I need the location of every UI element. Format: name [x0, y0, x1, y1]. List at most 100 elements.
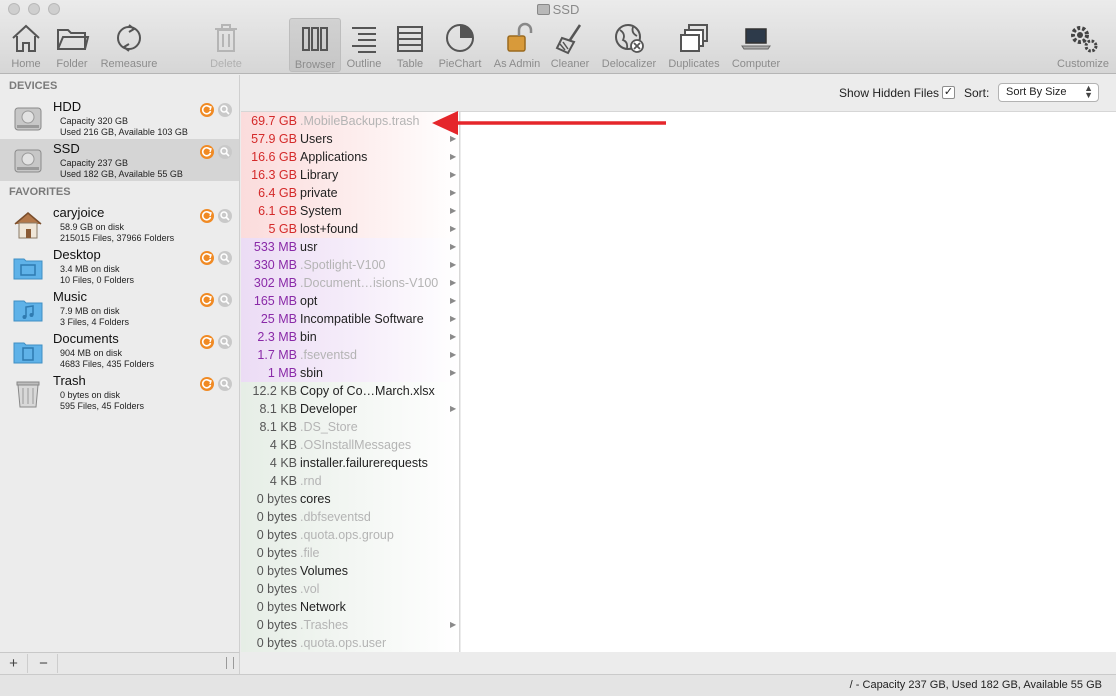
as-admin-button[interactable]: As Admin — [490, 18, 544, 72]
file-row[interactable]: 6.4 GB private ▶ — [241, 184, 459, 202]
refresh-icon[interactable] — [200, 145, 214, 159]
disclosure-arrow-icon[interactable]: ▶ — [450, 310, 456, 328]
browser-empty-column — [461, 112, 1116, 652]
disclosure-arrow-icon[interactable]: ▶ — [450, 220, 456, 238]
file-row[interactable]: 4 KB installer.failurerequests — [241, 454, 459, 472]
refresh-icon[interactable] — [200, 103, 214, 117]
home-button[interactable]: Home — [6, 18, 46, 72]
file-browser-column[interactable]: 69.7 GB .MobileBackups.trash 57.9 GB Users ▶… — [241, 112, 460, 652]
file-row[interactable]: 0 bytes Network — [241, 598, 459, 616]
disclosure-arrow-icon[interactable]: ▶ — [450, 292, 456, 310]
magnifier-icon[interactable] — [218, 209, 232, 223]
disclosure-arrow-icon[interactable]: ▶ — [450, 328, 456, 346]
refresh-icon[interactable] — [200, 293, 214, 307]
remove-favorite-button[interactable]: − — [30, 654, 58, 673]
computer-button[interactable]: Computer — [728, 18, 784, 72]
delete-button[interactable]: Delete — [204, 18, 248, 72]
file-row[interactable]: 1 MB sbin ▶ — [241, 364, 459, 382]
file-row[interactable]: 25 MB Incompatible Software ▶ — [241, 310, 459, 328]
file-row[interactable]: 16.6 GB Applications ▶ — [241, 148, 459, 166]
file-size: 165 MB — [253, 294, 297, 308]
disclosure-arrow-icon[interactable]: ▶ — [450, 184, 456, 202]
file-size: 0 bytes — [256, 528, 297, 542]
outline-view-button[interactable]: Outline — [344, 18, 384, 72]
sidebar-favorite-documents[interactable]: Documents 904 MB on disk 4683 Files, 435… — [0, 329, 239, 371]
file-row[interactable]: 16.3 GB Library ▶ — [241, 166, 459, 184]
file-row[interactable]: 2.3 MB bin ▶ — [241, 328, 459, 346]
magnifier-icon[interactable] — [218, 251, 232, 265]
delocalizer-button[interactable]: Delocalizer — [597, 18, 661, 72]
file-row[interactable]: 533 MB usr ▶ — [241, 238, 459, 256]
file-row[interactable]: 0 bytes .vol — [241, 580, 459, 598]
annotation-arrow-icon — [432, 111, 666, 135]
resize-handle-icon[interactable] — [226, 657, 234, 669]
file-row[interactable]: 0 bytes .dbfseventsd — [241, 508, 459, 526]
file-row[interactable]: 57.9 GB Users ▶ — [241, 130, 459, 148]
sidebar-favorite-desktop[interactable]: Desktop 3.4 MB on disk 10 Files, 0 Folde… — [0, 245, 239, 287]
refresh-icon[interactable] — [200, 335, 214, 349]
disclosure-arrow-icon[interactable]: ▶ — [450, 364, 456, 382]
disclosure-arrow-icon[interactable]: ▶ — [450, 346, 456, 364]
sidebar-footer: + − — [0, 652, 240, 674]
sidebar-favorite-music[interactable]: Music 7.9 MB on disk 3 Files, 4 Folders — [0, 287, 239, 329]
file-row[interactable]: 6.1 GB System ▶ — [241, 202, 459, 220]
disclosure-arrow-icon[interactable]: ▶ — [450, 256, 456, 274]
customize-button[interactable]: Customize — [1053, 18, 1113, 72]
file-row[interactable]: 0 bytes .file — [241, 544, 459, 562]
refresh-icon[interactable] — [200, 251, 214, 265]
sidebar-favorite-trash[interactable]: Trash 0 bytes on disk 595 Files, 45 Fold… — [0, 371, 239, 413]
disclosure-arrow-icon[interactable]: ▶ — [450, 166, 456, 184]
table-view-button[interactable]: Table — [390, 18, 430, 72]
file-row[interactable]: 0 bytes Volumes — [241, 562, 459, 580]
disclosure-arrow-icon[interactable]: ▶ — [450, 238, 456, 256]
disclosure-arrow-icon[interactable]: ▶ — [450, 202, 456, 220]
file-row[interactable]: 5 GB lost+found ▶ — [241, 220, 459, 238]
file-row[interactable]: 69.7 GB .MobileBackups.trash — [241, 112, 459, 130]
file-row[interactable]: 0 bytes cores — [241, 490, 459, 508]
magnifier-icon[interactable] — [218, 293, 232, 307]
piechart-view-button[interactable]: PieChart — [436, 18, 484, 72]
file-row[interactable]: 4 KB .rnd — [241, 472, 459, 490]
file-name: System — [300, 204, 342, 218]
file-name: Network — [300, 600, 346, 614]
folder-button[interactable]: Folder — [52, 18, 92, 72]
duplicates-button[interactable]: Duplicates — [664, 18, 724, 72]
file-size: 16.3 GB — [251, 168, 297, 182]
file-row[interactable]: 4 KB .OSInstallMessages — [241, 436, 459, 454]
remeasure-button[interactable]: Remeasure — [98, 18, 160, 72]
file-name: .file — [300, 546, 320, 560]
disclosure-arrow-icon[interactable]: ▶ — [450, 400, 456, 418]
file-row[interactable]: 8.1 KB Developer ▶ — [241, 400, 459, 418]
devices-header: DEVICES — [9, 80, 58, 92]
magnifier-icon[interactable] — [218, 377, 232, 391]
show-hidden-files-checkbox[interactable]: ✓ — [942, 86, 955, 99]
file-row[interactable]: 12.2 KB Copy of Co…March.xlsx — [241, 382, 459, 400]
magnifier-icon[interactable] — [218, 335, 232, 349]
refresh-icon[interactable] — [200, 377, 214, 391]
file-name: .rnd — [300, 474, 322, 488]
file-row[interactable]: 302 MB .Document…isions-V100 ▶ — [241, 274, 459, 292]
file-row[interactable]: 0 bytes .quota.ops.user — [241, 634, 459, 652]
file-row[interactable]: 0 bytes .quota.ops.group — [241, 526, 459, 544]
magnifier-icon[interactable] — [218, 103, 232, 117]
magnifier-icon[interactable] — [218, 145, 232, 159]
sidebar-favorite-caryjoice[interactable]: caryjoice 58.9 GB on disk 215015 Files, … — [0, 203, 239, 245]
disclosure-arrow-icon[interactable]: ▶ — [450, 148, 456, 166]
disclosure-arrow-icon[interactable]: ▶ — [450, 274, 456, 292]
file-row[interactable]: 165 MB opt ▶ — [241, 292, 459, 310]
file-size: 57.9 GB — [251, 132, 297, 146]
browser-view-button[interactable]: Browser — [289, 18, 341, 72]
add-favorite-button[interactable]: + — [0, 654, 28, 673]
sidebar-device-hdd[interactable]: HDD Capacity 320 GB Used 216 GB, Availab… — [0, 97, 239, 139]
window-toolbar: SSD Home Folder Remeasure Delete Browser… — [0, 0, 1116, 74]
favorites-header: FAVORITES — [9, 186, 71, 198]
disclosure-arrow-icon[interactable]: ▶ — [450, 616, 456, 634]
file-row[interactable]: 8.1 KB .DS_Store — [241, 418, 459, 436]
sort-select[interactable]: Sort By Size ▲ ▼ — [998, 83, 1099, 102]
cleaner-button[interactable]: Cleaner — [547, 18, 593, 72]
sidebar-device-ssd[interactable]: SSD Capacity 237 GB Used 182 GB, Availab… — [0, 139, 239, 181]
refresh-icon[interactable] — [200, 209, 214, 223]
file-row[interactable]: 1.7 MB .fseventsd ▶ — [241, 346, 459, 364]
file-row[interactable]: 0 bytes .Trashes ▶ — [241, 616, 459, 634]
file-row[interactable]: 330 MB .Spotlight-V100 ▶ — [241, 256, 459, 274]
